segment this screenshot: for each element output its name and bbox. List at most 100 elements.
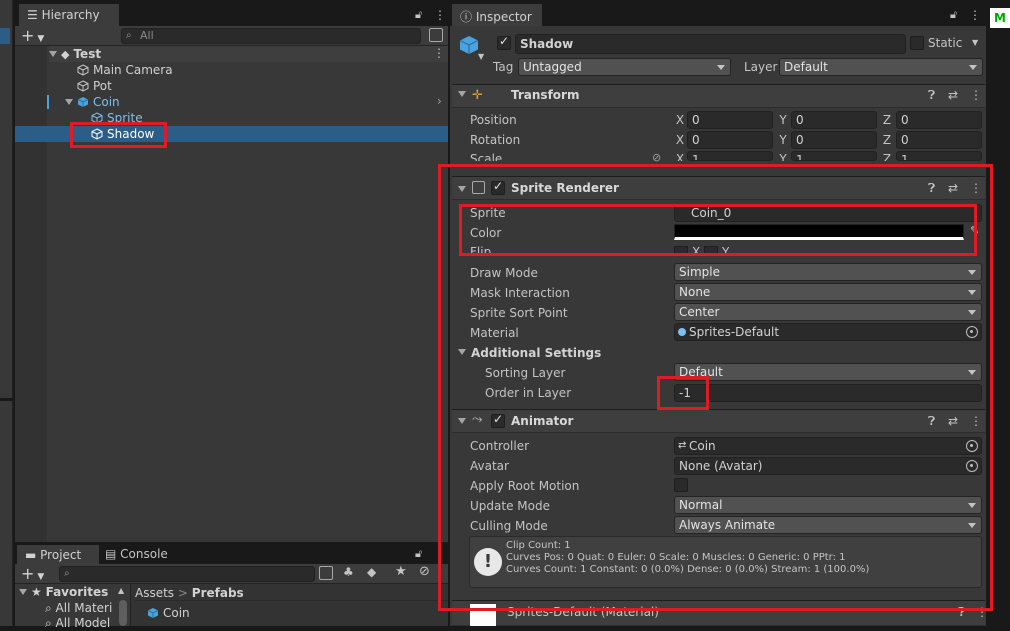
left-edge-dropdown[interactable]	[0, 28, 10, 44]
inspector-tab-label: Inspector	[475, 10, 532, 24]
breadcrumb: Assets > Prefabs	[135, 585, 448, 601]
breadcrumb-assets[interactable]: Assets	[135, 586, 174, 600]
item-label: Coin	[93, 95, 120, 109]
rotation-y-field[interactable]: 0	[791, 131, 877, 149]
project-tab[interactable]: ▬ Project	[17, 545, 99, 564]
position-z-field[interactable]: 0	[896, 111, 982, 129]
transform-title: Transform	[511, 88, 580, 102]
label-tag-icon[interactable]: ◆	[367, 565, 376, 579]
scale-z-field[interactable]: 1	[896, 151, 982, 161]
active-checkbox[interactable]	[497, 34, 511, 50]
favorite-item[interactable]: ⌕ All Materi	[45, 600, 112, 616]
axis-z-label[interactable]: Z	[881, 131, 893, 149]
static-label: Static	[928, 36, 963, 50]
project-panel: ▬ Project ▤ Console 🔓︎ ⋮ + ▼ ⌕ ♣ ◆ ★ ⊘ ★ …	[15, 544, 448, 630]
left-edge-divider	[0, 398, 13, 401]
asset-label: Coin	[163, 606, 190, 620]
axis-x-label[interactable]: X	[674, 131, 686, 149]
chevron-down-icon: ▼	[37, 572, 45, 582]
gameobject-large-icon	[459, 36, 479, 54]
static-checkbox[interactable]	[910, 36, 924, 50]
axis-y-label[interactable]: Y	[777, 111, 789, 129]
favorite-item[interactable]: ⌕ All Model	[45, 615, 110, 631]
axis-z-label[interactable]: Z	[881, 151, 893, 161]
foldout-icon[interactable]	[458, 91, 466, 97]
unity-scene-icon: ◆	[61, 48, 70, 61]
hierarchy-panel: ☰ Hierarchy 🔓︎ ⋮ + ▼ ⌕ All ◆ Test ⋮ Main Ca…	[15, 0, 448, 542]
console-icon: ▤	[105, 547, 121, 561]
hidden-packages-icon[interactable]: ⊘	[419, 564, 430, 579]
hierarchy-tab-label: Hierarchy	[41, 8, 100, 22]
breadcrumb-separator: >	[177, 586, 188, 600]
add-create-button[interactable]: + ▼	[21, 26, 44, 45]
gameobject-icon	[77, 80, 89, 92]
project-search-input[interactable]: ⌕	[59, 566, 315, 582]
presets-icon[interactable]: ⇄	[948, 88, 958, 102]
asset-item-coin[interactable]: Coin	[147, 605, 190, 621]
rotation-label: Rotation	[470, 133, 521, 147]
foldout-icon	[65, 99, 73, 105]
modified-indicator	[47, 95, 49, 109]
hierarchy-item-coin[interactable]: Coin	[65, 94, 120, 110]
favorites-label: Favorites	[45, 585, 109, 599]
component-menu-icon[interactable]: ⋮	[970, 88, 982, 102]
prefab-icon	[77, 97, 89, 107]
chevron-right-icon[interactable]: ›	[437, 94, 442, 108]
scale-y-field[interactable]: 1	[791, 151, 877, 161]
search-by-type-icon[interactable]	[319, 566, 333, 580]
prefab-icon	[147, 608, 159, 618]
info-icon: ⓘ	[460, 10, 476, 24]
add-asset-button[interactable]: + ▼	[21, 564, 44, 583]
static-dropdown-icon[interactable]: ▼	[972, 38, 978, 47]
hierarchy-search-input[interactable]: ⌕ All	[121, 28, 421, 44]
search-placeholder: All	[140, 29, 154, 42]
inspector-tab[interactable]: ⓘ Inspector	[452, 4, 542, 26]
console-tab[interactable]: ▤ Console	[105, 547, 168, 561]
folder-icon: ▬	[25, 548, 41, 562]
help-icon[interactable]: ❓︎	[928, 88, 935, 103]
search-icon: ⌕	[126, 30, 132, 41]
kebab-menu-icon[interactable]: ⋮	[969, 8, 981, 22]
kebab-menu-icon[interactable]: ⋮	[434, 8, 446, 22]
position-y-field[interactable]: 0	[791, 111, 877, 129]
favorite-label: All Materi	[55, 601, 113, 615]
scale-x-field[interactable]: 1	[687, 151, 773, 161]
annotation-box-order-in-layer	[657, 376, 709, 410]
item-label: Main Camera	[93, 63, 173, 77]
icon-dropdown-icon[interactable]: ▼	[478, 52, 484, 61]
position-x-field[interactable]: 0	[687, 111, 773, 129]
lock-icon[interactable]: 🔓︎	[415, 547, 422, 561]
axis-y-label[interactable]: Y	[777, 131, 789, 149]
search-options-icon[interactable]	[429, 28, 443, 42]
constrain-proportions-icon[interactable]: ⊘	[652, 151, 661, 164]
tag-label: Tag	[493, 60, 514, 74]
favorites-header[interactable]: ★ Favorites	[19, 584, 108, 600]
rotation-x-field[interactable]: 0	[687, 131, 773, 149]
hamburger-icon: ☰	[27, 8, 42, 22]
search-icon: ⌕	[45, 616, 56, 630]
scene-menu-icon[interactable]: ⋮	[433, 46, 445, 60]
scale-label: Scale	[470, 152, 503, 161]
axis-x-label[interactable]: X	[674, 151, 686, 161]
scrollbar[interactable]	[119, 600, 127, 626]
object-name-field[interactable]: Shadow	[515, 34, 906, 54]
axis-x-label[interactable]: X	[674, 111, 686, 129]
favorite-star-icon[interactable]: ★	[395, 564, 407, 579]
item-label: Pot	[93, 79, 112, 93]
lock-icon[interactable]: 🔓︎	[950, 8, 957, 22]
scroll-up-icon[interactable]: ▲	[118, 586, 124, 595]
filter-type-icon[interactable]: ♣	[343, 565, 354, 579]
layer-dropdown[interactable]: Default	[779, 58, 983, 76]
scene-row[interactable]: ◆ Test	[49, 46, 448, 62]
tag-dropdown[interactable]: Untagged	[518, 58, 731, 76]
search-icon: ⌕	[45, 601, 56, 615]
hierarchy-item-main-camera[interactable]: Main Camera	[77, 62, 173, 78]
rotation-z-field[interactable]: 0	[896, 131, 982, 149]
lock-icon[interactable]: 🔓︎	[415, 8, 422, 22]
hierarchy-item-pot[interactable]: Pot	[77, 78, 112, 94]
hierarchy-tab[interactable]: ☰ Hierarchy	[19, 4, 119, 26]
search-icon: ⌕	[64, 568, 70, 579]
breadcrumb-prefabs[interactable]: Prefabs	[192, 586, 244, 600]
axis-y-label[interactable]: Y	[777, 151, 789, 161]
axis-z-label[interactable]: Z	[881, 111, 893, 129]
